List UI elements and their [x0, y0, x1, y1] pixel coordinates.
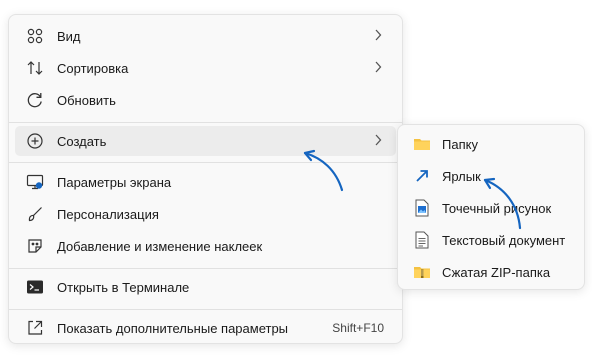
display-icon — [25, 172, 45, 192]
shortcut-icon — [412, 166, 432, 186]
menu-item-label: Открыть в Терминале — [57, 279, 190, 295]
menu-item-open-terminal[interactable]: Открыть в Терминале — [15, 272, 396, 302]
desktop: Вид Сортировка Обновить Создать Параметр… — [0, 0, 592, 358]
separator — [9, 309, 402, 310]
submenu-item-folder[interactable]: Папку — [404, 129, 578, 159]
menu-item-create[interactable]: Создать — [15, 126, 396, 156]
create-submenu: Папку Ярлык Точечный рисунок Текстовый д… — [397, 124, 585, 290]
more-options-icon — [25, 318, 45, 338]
submenu-item-shortcut[interactable]: Ярлык — [404, 161, 578, 191]
separator — [9, 268, 402, 269]
submenu-item-label: Точечный рисунок — [442, 200, 552, 216]
chevron-right-icon — [374, 61, 386, 76]
submenu-item-label: Сжатая ZIP-папка — [442, 264, 551, 280]
submenu-item-label: Папку — [442, 136, 478, 152]
menu-item-refresh[interactable]: Обновить — [15, 85, 396, 115]
submenu-item-text-document[interactable]: Текстовый документ — [404, 225, 578, 255]
zip-folder-icon — [412, 262, 432, 282]
text-document-icon — [412, 230, 432, 250]
chevron-right-icon — [374, 29, 386, 44]
menu-item-label: Создать — [57, 133, 107, 149]
sticker-icon — [25, 236, 45, 256]
context-menu: Вид Сортировка Обновить Создать Параметр… — [8, 14, 403, 344]
terminal-icon — [25, 277, 45, 297]
submenu-item-label: Ярлык — [442, 168, 481, 184]
bitmap-icon — [412, 198, 432, 218]
menu-item-label: Показать дополнительные параметры — [57, 320, 289, 336]
separator — [9, 122, 402, 123]
menu-item-label: Обновить — [57, 92, 116, 108]
menu-item-label: Сортировка — [57, 60, 129, 76]
folder-icon — [412, 134, 432, 154]
brush-icon — [25, 204, 45, 224]
submenu-item-label: Текстовый документ — [442, 232, 566, 248]
menu-item-more-options[interactable]: Показать дополнительные параметры Shift+… — [15, 313, 396, 343]
plus-circle-icon — [25, 131, 45, 151]
submenu-item-zip-folder[interactable]: Сжатая ZIP-папка — [404, 257, 578, 287]
menu-item-label: Параметры экрана — [57, 174, 172, 190]
keyboard-shortcut: Shift+F10 — [332, 321, 384, 335]
sort-icon — [25, 58, 45, 78]
separator — [9, 162, 402, 163]
menu-item-display-settings[interactable]: Параметры экрана — [15, 167, 396, 197]
menu-item-label: Персонализация — [57, 206, 159, 222]
submenu-item-bitmap[interactable]: Точечный рисунок — [404, 193, 578, 223]
menu-item-view[interactable]: Вид — [15, 21, 396, 51]
chevron-right-icon — [374, 134, 386, 149]
menu-item-label: Вид — [57, 28, 81, 44]
menu-item-stickers[interactable]: Добавление и изменение наклеек — [15, 231, 396, 261]
menu-item-label: Добавление и изменение наклеек — [57, 238, 263, 254]
grid-icon — [25, 26, 45, 46]
refresh-icon — [25, 90, 45, 110]
menu-item-personalization[interactable]: Персонализация — [15, 199, 396, 229]
menu-item-sort[interactable]: Сортировка — [15, 53, 396, 83]
